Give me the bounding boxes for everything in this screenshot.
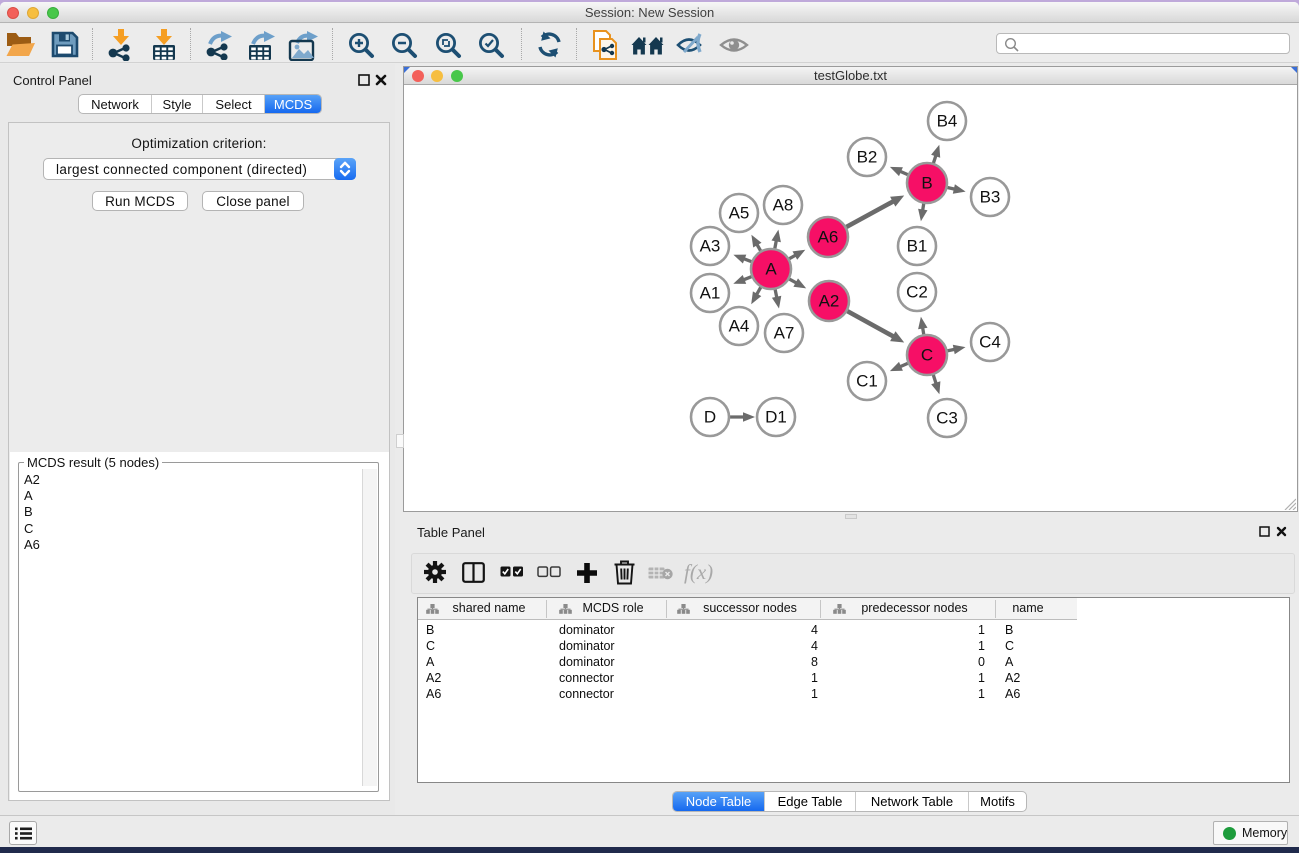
svg-text:B2: B2 [857, 148, 878, 167]
svg-text:A5: A5 [729, 204, 750, 223]
svg-text:C4: C4 [979, 333, 1001, 352]
svg-text:A2: A2 [819, 292, 840, 311]
svg-text:C: C [921, 346, 933, 365]
svg-text:B1: B1 [907, 237, 928, 256]
svg-text:A: A [765, 260, 777, 279]
svg-text:C3: C3 [936, 409, 958, 428]
svg-text:A3: A3 [700, 237, 721, 256]
svg-text:D1: D1 [765, 408, 787, 427]
svg-text:A7: A7 [774, 324, 795, 343]
svg-text:C1: C1 [856, 372, 878, 391]
svg-text:B: B [921, 174, 932, 193]
svg-text:A8: A8 [773, 196, 794, 215]
svg-text:B3: B3 [980, 188, 1001, 207]
svg-text:A6: A6 [818, 228, 839, 247]
svg-text:A1: A1 [700, 284, 721, 303]
svg-text:A4: A4 [729, 317, 750, 336]
svg-text:B4: B4 [937, 112, 958, 131]
svg-text:C2: C2 [906, 283, 928, 302]
svg-text:D: D [704, 408, 716, 427]
